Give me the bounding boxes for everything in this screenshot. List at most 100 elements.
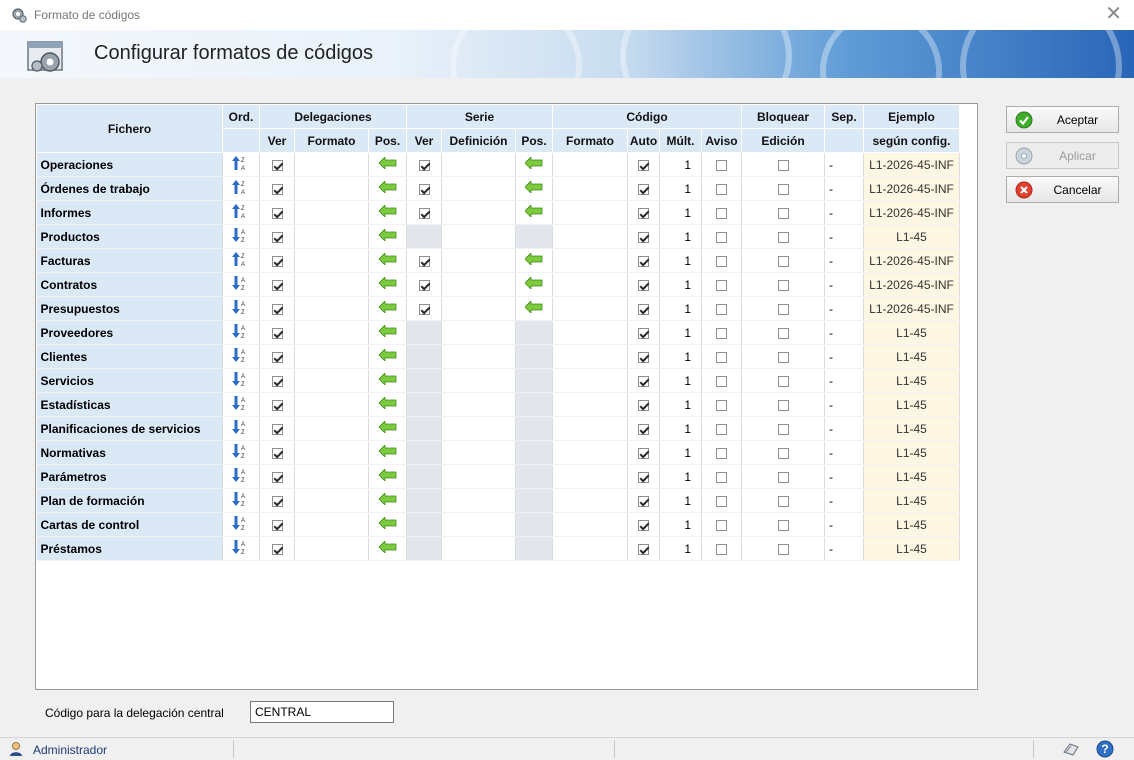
serie-definicion-cell[interactable] xyxy=(441,272,516,297)
sort-descending-icon[interactable]: ZA xyxy=(232,155,250,174)
cancel-button[interactable]: Cancelar xyxy=(1006,176,1119,203)
codigo-formato-cell[interactable] xyxy=(552,368,628,393)
serie-definicion-cell[interactable] xyxy=(441,200,516,225)
table-row[interactable]: Cartas de control A Z 1 - L1-45 xyxy=(36,512,960,537)
serie-definicion-cell[interactable] xyxy=(441,176,516,201)
codigo-auto-checkbox[interactable] xyxy=(638,303,649,315)
delegacion-formato-cell[interactable] xyxy=(294,512,369,537)
separator-value[interactable]: - xyxy=(824,296,864,321)
codigo-formato-cell[interactable] xyxy=(552,152,628,177)
sort-ascending-icon[interactable]: AZ xyxy=(232,467,250,486)
sort-ascending-icon[interactable]: AZ xyxy=(232,299,250,318)
codigo-auto-checkbox[interactable] xyxy=(638,231,649,243)
codigo-formato-cell[interactable] xyxy=(552,224,628,249)
arrow-left-icon[interactable] xyxy=(377,348,397,364)
table-row[interactable]: Servicios A Z 1 - L1-45 xyxy=(36,368,960,393)
delegacion-ver-checkbox[interactable] xyxy=(271,279,283,291)
serie-ver-checkbox[interactable] xyxy=(418,183,430,195)
bloquear-edicion-checkbox[interactable] xyxy=(777,447,789,459)
codigo-aviso-checkbox[interactable] xyxy=(716,207,727,219)
codigo-auto-checkbox[interactable] xyxy=(638,183,649,195)
delegacion-ver-checkbox[interactable] xyxy=(271,159,283,171)
bloquear-edicion-checkbox[interactable] xyxy=(777,279,789,291)
separator-value[interactable]: - xyxy=(824,176,864,201)
sort-ascending-icon[interactable]: AZ xyxy=(232,371,250,390)
table-row[interactable]: Presupuestos A Z 1 - L1-2026-45-INF xyxy=(36,296,960,321)
table-row[interactable]: Contratos A Z 1 - L1-2026-45-INF xyxy=(36,272,960,297)
codigo-formato-cell[interactable] xyxy=(552,176,628,201)
sort-ascending-icon[interactable]: AZ xyxy=(232,443,250,462)
delegacion-formato-cell[interactable] xyxy=(294,320,369,345)
arrow-left-icon[interactable] xyxy=(377,204,397,220)
table-row[interactable]: Normativas A Z 1 - L1-45 xyxy=(36,440,960,465)
delegacion-ver-checkbox[interactable] xyxy=(271,423,283,435)
delegacion-ver-checkbox[interactable] xyxy=(271,519,283,531)
help-icon[interactable]: ? xyxy=(1096,740,1114,758)
separator-value[interactable]: - xyxy=(824,272,864,297)
table-row[interactable]: Estadísticas A Z 1 - L1-45 xyxy=(36,392,960,417)
delegacion-ver-checkbox[interactable] xyxy=(271,351,283,363)
delegacion-ver-checkbox[interactable] xyxy=(271,495,283,507)
serie-definicion-cell[interactable] xyxy=(441,152,516,177)
codigo-mult-value[interactable]: 1 xyxy=(659,440,702,465)
codigo-auto-checkbox[interactable] xyxy=(638,495,649,507)
codigo-mult-value[interactable]: 1 xyxy=(659,536,702,561)
arrow-left-icon[interactable] xyxy=(377,372,397,388)
codigo-aviso-checkbox[interactable] xyxy=(716,279,727,291)
sort-ascending-icon[interactable]: AZ xyxy=(232,515,250,534)
codigo-mult-value[interactable]: 1 xyxy=(659,344,702,369)
separator-value[interactable]: - xyxy=(824,248,864,273)
table-row[interactable]: Parámetros A Z 1 - L1-45 xyxy=(36,464,960,489)
arrow-left-icon[interactable] xyxy=(377,540,397,556)
separator-value[interactable]: - xyxy=(824,440,864,465)
bloquear-edicion-checkbox[interactable] xyxy=(777,231,789,243)
arrow-left-icon[interactable] xyxy=(377,420,397,436)
sort-ascending-icon[interactable]: AZ xyxy=(232,347,250,366)
codigo-auto-checkbox[interactable] xyxy=(638,159,649,171)
delegacion-formato-cell[interactable] xyxy=(294,536,369,561)
table-row[interactable]: Operaciones Z A 1 - L1-2026-45-INF xyxy=(36,152,960,177)
delegacion-ver-checkbox[interactable] xyxy=(271,375,283,387)
arrow-left-icon[interactable] xyxy=(377,252,397,268)
sort-descending-icon[interactable]: ZA xyxy=(232,179,250,198)
separator-value[interactable]: - xyxy=(824,152,864,177)
serie-definicion-cell[interactable] xyxy=(441,248,516,273)
codigo-aviso-checkbox[interactable] xyxy=(716,471,727,483)
codigo-auto-checkbox[interactable] xyxy=(638,543,649,555)
codigo-aviso-checkbox[interactable] xyxy=(716,543,727,555)
separator-value[interactable]: - xyxy=(824,536,864,561)
delegacion-formato-cell[interactable] xyxy=(294,248,369,273)
codigo-formato-cell[interactable] xyxy=(552,512,628,537)
separator-value[interactable]: - xyxy=(824,416,864,441)
codigo-aviso-checkbox[interactable] xyxy=(716,399,727,411)
delegacion-formato-cell[interactable] xyxy=(294,272,369,297)
codigo-aviso-checkbox[interactable] xyxy=(716,447,727,459)
bloquear-edicion-checkbox[interactable] xyxy=(777,375,789,387)
central-code-input[interactable] xyxy=(250,701,394,723)
sort-ascending-icon[interactable]: AZ xyxy=(232,491,250,510)
codigo-aviso-checkbox[interactable] xyxy=(716,327,727,339)
codigo-auto-checkbox[interactable] xyxy=(638,207,649,219)
delegacion-formato-cell[interactable] xyxy=(294,152,369,177)
codigo-formato-cell[interactable] xyxy=(552,440,628,465)
codigo-formato-cell[interactable] xyxy=(552,392,628,417)
delegacion-formato-cell[interactable] xyxy=(294,440,369,465)
delegacion-ver-checkbox[interactable] xyxy=(271,471,283,483)
codigo-mult-value[interactable]: 1 xyxy=(659,320,702,345)
apply-button[interactable]: Aplicar xyxy=(1006,142,1119,169)
table-row[interactable]: Planificaciones de servicios A Z 1 - L1-45 xyxy=(36,416,960,441)
close-icon[interactable]: ✕ xyxy=(1105,4,1122,24)
codigo-auto-checkbox[interactable] xyxy=(638,447,649,459)
bloquear-edicion-checkbox[interactable] xyxy=(777,495,789,507)
delegacion-formato-cell[interactable] xyxy=(294,488,369,513)
codigo-auto-checkbox[interactable] xyxy=(638,423,649,435)
delegacion-formato-cell[interactable] xyxy=(294,176,369,201)
sort-descending-icon[interactable]: ZA xyxy=(232,251,250,270)
arrow-left-icon[interactable] xyxy=(377,276,397,292)
bloquear-edicion-checkbox[interactable] xyxy=(777,255,789,267)
delegacion-formato-cell[interactable] xyxy=(294,464,369,489)
delegacion-ver-checkbox[interactable] xyxy=(271,183,283,195)
table-row[interactable]: Facturas Z A 1 - L1-2026-45-INF xyxy=(36,248,960,273)
delegacion-ver-checkbox[interactable] xyxy=(271,327,283,339)
separator-value[interactable]: - xyxy=(824,320,864,345)
